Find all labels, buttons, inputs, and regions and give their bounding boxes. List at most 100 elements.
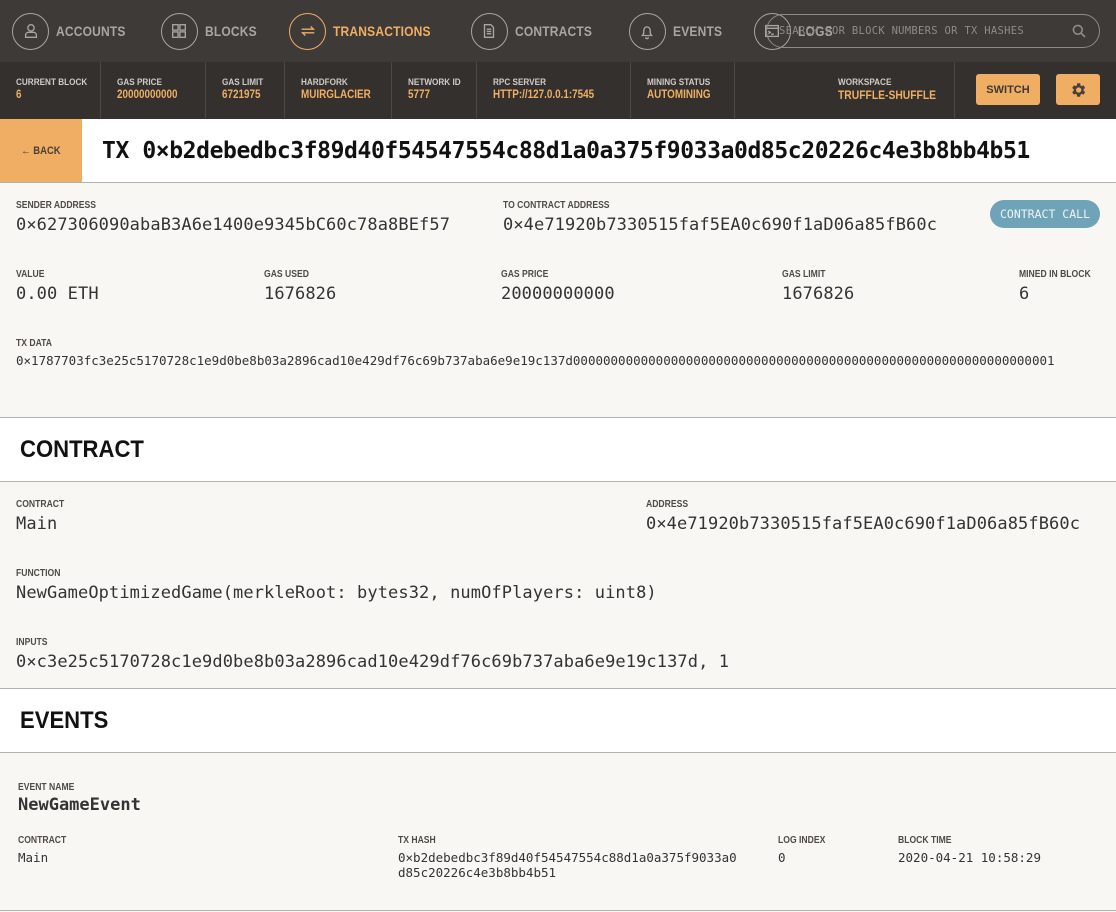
stat-current-block: CURRENT BLOCK 6 [0,62,101,119]
document-icon [470,12,508,50]
stat-value: MUIRGLACIER [301,89,371,101]
sender-address-field: SENDER ADDRESS 0×627306090abaB3A6e1400e9… [16,200,450,235]
stat-value: 6721975 [222,89,261,101]
nav-events[interactable]: EVENTS [628,0,730,62]
grid-icon [160,12,198,50]
field-label: SENDER ADDRESS [16,200,96,211]
nav-label: EVENTS [672,23,722,39]
function-field: FUNCTION NewGameOptimizedGame(merkleRoot… [16,568,657,603]
stat-gas-price: GAS PRICE 20000000000 [101,62,206,119]
field-label: TX HASH [398,835,436,846]
field-label: EVENT NAME [18,782,75,793]
event-name: NewGameEvent [18,795,141,815]
field-label: BLOCK TIME [898,835,952,846]
contract-call-badge: CONTRACT CALL [990,200,1100,228]
status-bar: CURRENT BLOCK 6 GAS PRICE 20000000000 GA… [0,62,1116,119]
to-contract-address: 0×4e71920b7330515faf5EA0c690f1aD06a85fB6… [503,215,938,235]
field-label: INPUTS [16,637,48,648]
stat-value: HTTP://127.0.0.1:7545 [493,89,595,101]
mined-in-block: 6 [1019,284,1030,304]
workspace-label: WORKSPACE [838,77,892,88]
stat-value: AUTOMINING [647,89,711,101]
field-label: VALUE [16,269,45,280]
nav-blocks[interactable]: BLOCKS [160,0,265,62]
stat-gas-limit: GAS LIMIT 6721975 [206,62,285,119]
switch-workspace-button[interactable]: SWITCH [976,74,1040,105]
stat-hardfork: HARDFORK MUIRGLACIER [285,62,392,119]
search-input[interactable] [779,25,1071,37]
tx-value: 0.00 ETH [16,284,99,304]
gas-price-field: GAS PRICE 20000000000 [501,269,615,304]
workspace-info: WORKSPACE TRUFFLE-SHUFFLE [838,77,952,102]
nav-transactions[interactable]: TRANSACTIONS [289,0,447,62]
stat-value: 5777 [408,89,431,101]
value-field: VALUE 0.00 ETH [16,269,99,304]
section-title: EVENTS [20,706,109,734]
settings-button[interactable] [1056,74,1100,105]
events-section-heading: EVENTS [0,689,1116,753]
stat-rpc-server: RPC SERVER HTTP://127.0.0.1:7545 [477,62,631,119]
field-label: LOG INDEX [778,835,826,846]
search-box [766,14,1100,48]
stat-value: 20000000000 [117,89,178,101]
stat-label: MINING STATUS [647,77,711,88]
field-label: TO CONTRACT ADDRESS [503,200,610,211]
event-tx-hash-field: TX HASH 0×b2debedbc3f89d40f54547554c88d1… [398,835,748,880]
inputs-field: INPUTS 0×c3e25c5170728c1e9d0be8b03a2896c… [16,637,729,672]
page-title: TX 0×b2debedbc3f89d40f54547554c88d1a0a37… [102,137,1030,164]
stat-label: GAS PRICE [117,77,162,88]
workspace-name: TRUFFLE-SHUFFLE [838,88,937,102]
nav-label: BLOCKS [204,23,257,39]
field-label: GAS PRICE [501,269,549,280]
nav-label: ACCOUNTS [56,23,126,39]
transaction-details: SENDER ADDRESS 0×627306090abaB3A6e1400e9… [0,183,1116,418]
contract-details: CONTRACT Main ADDRESS 0×4e71920b7330515f… [0,482,1116,689]
stat-label: GAS LIMIT [222,77,264,88]
event-block-time: 2020-04-21 10:58:29 [898,850,1041,865]
gas-limit: 1676826 [782,284,855,304]
event-contract-field: CONTRACT Main [18,835,74,865]
contract-section-heading: CONTRACT [0,418,1116,482]
stat-label: NETWORK ID [408,77,461,88]
transaction-header: ← BACK TX 0×b2debedbc3f89d40f54547554c88… [0,119,1116,183]
stat-mining-status: MINING STATUS AUTOMINING [631,62,735,119]
function-signature: NewGameOptimizedGame(merkleRoot: bytes32… [16,583,657,603]
event-contract: Main [18,850,49,865]
contract-name: Main [16,514,58,534]
field-label: TX DATA [16,338,52,349]
field-label: CONTRACT [18,835,67,846]
stat-label: HARDFORK [301,77,348,88]
mined-in-block-field: MINED IN BLOCK 6 [1019,269,1102,304]
to-contract-address-field: TO CONTRACT ADDRESS 0×4e71920b7330515faf… [503,200,937,235]
nav-label: CONTRACTS [514,23,593,39]
contract-name-field: CONTRACT Main [16,499,72,534]
field-label: CONTRACT [16,499,65,510]
top-navigation: ACCOUNTS BLOCKS TRANSACTIONS CONTRACTS E… [0,0,1116,62]
search-icon[interactable] [1071,23,1087,39]
back-button[interactable]: ← BACK [0,119,82,182]
gas-used: 1676826 [264,284,337,304]
nav-label: TRANSACTIONS [333,23,431,39]
event-log-index: 0 [778,850,786,865]
function-inputs: 0×c3e25c5170728c1e9d0be8b03a2896cad10e42… [16,652,730,672]
stat-value: 6 [16,89,22,101]
gas-limit-field: GAS LIMIT 1676826 [782,269,854,304]
bell-icon [628,12,666,50]
back-label: ← BACK [21,144,61,157]
event-item[interactable]: EVENT NAME NewGameEvent CONTRACT Main TX… [0,753,1116,911]
event-block-time-field: BLOCK TIME 2020-04-21 10:58:29 [898,835,1041,865]
gear-icon [1072,82,1086,97]
field-label: GAS LIMIT [782,269,826,280]
person-icon [12,12,49,50]
contract-address-field: ADDRESS 0×4e71920b7330515faf5EA0c690f1aD… [646,499,1080,534]
event-log-index-field: LOG INDEX 0 [778,835,833,865]
contract-address: 0×4e71920b7330515faf5EA0c690f1aD06a85fB6… [646,514,1081,534]
field-label: FUNCTION [16,568,61,579]
nav-accounts[interactable]: ACCOUNTS [12,0,137,62]
divider [954,62,955,119]
tx-data: 0×1787703fc3e25c5170728c1e9d0be8b03a2896… [16,353,1055,368]
nav-contracts[interactable]: CONTRACTS [470,0,605,62]
tx-data-field: TX DATA [16,338,58,349]
field-label: ADDRESS [646,499,689,510]
sender-address: 0×627306090abaB3A6e1400e9345bC60c78a8BEf… [16,215,451,235]
